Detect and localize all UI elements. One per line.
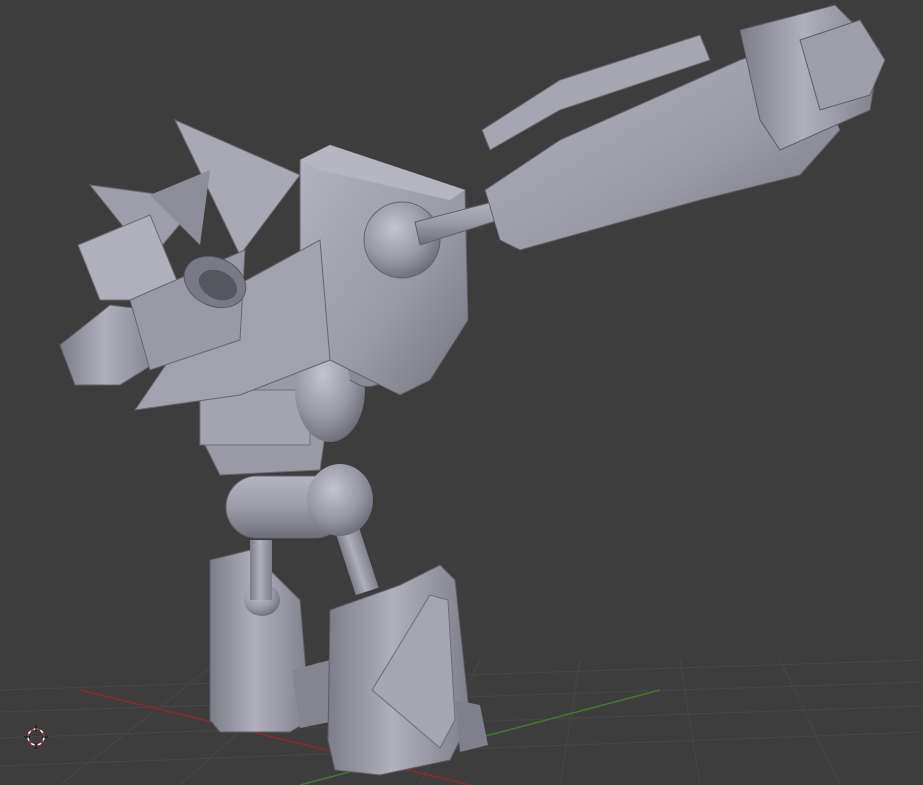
back-shin [250, 540, 272, 600]
robot-model[interactable] [59, 4, 886, 776]
3d-cursor-icon[interactable] [24, 725, 48, 749]
viewport-scene[interactable] [0, 0, 923, 785]
hip-joint [307, 464, 373, 536]
front-heel [455, 700, 488, 752]
3d-viewport[interactable] [0, 0, 923, 785]
